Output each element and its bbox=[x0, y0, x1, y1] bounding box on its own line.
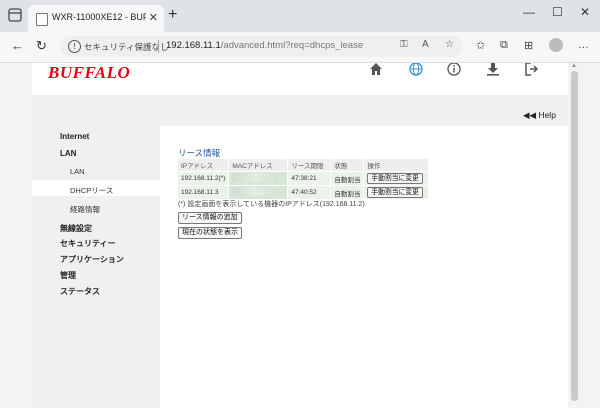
sidebar-item-internet[interactable]: Internet bbox=[60, 132, 89, 141]
sidebar-subitem-lan[interactable]: LAN bbox=[70, 167, 85, 176]
tab-active[interactable]: WXR-11000XE12 - BUFFALO AirS ✕ bbox=[28, 5, 164, 32]
mac-cell bbox=[228, 185, 289, 199]
add-lease-button[interactable]: リース情報の追加 bbox=[178, 212, 242, 224]
mac-cell bbox=[228, 171, 289, 186]
maximize-button[interactable]: ☐ bbox=[552, 5, 563, 19]
sidebar-item-lan[interactable]: LAN bbox=[60, 149, 76, 158]
url-text[interactable]: 192.168.11.1/advanced.html?req=dhcps_lea… bbox=[166, 40, 363, 51]
change-to-manual-button[interactable]: 手動割当に変更 bbox=[367, 173, 423, 184]
sidebar-subitem-routing[interactable]: 経路情報 bbox=[70, 204, 100, 215]
table-row: 192.168.11.3 47:40:52 自動割当 手動割当に変更 bbox=[178, 185, 430, 199]
home-icon[interactable] bbox=[369, 63, 383, 76]
collections-icon[interactable]: ⊞ bbox=[524, 39, 533, 52]
close-window-button[interactable]: ✕ bbox=[580, 5, 590, 19]
buffalo-logo: BUFFALO bbox=[48, 63, 131, 82]
sidebar-subitem-dhcp-lease[interactable]: DHCPリース bbox=[70, 185, 113, 196]
scroll-thumb[interactable] bbox=[571, 71, 578, 401]
tab-actions-icon[interactable] bbox=[8, 8, 22, 22]
status-cell: 自動割当 bbox=[330, 185, 365, 199]
column-header: IPアドレス bbox=[178, 159, 230, 172]
favorite-star-icon[interactable]: ☆ bbox=[445, 39, 454, 50]
tab-bar: WXR-11000XE12 - BUFFALO AirS ✕ + — ☐ ✕ bbox=[0, 0, 600, 32]
more-menu-icon[interactable]: … bbox=[578, 39, 589, 51]
new-tab-button[interactable]: + bbox=[168, 6, 177, 24]
globe-icon[interactable] bbox=[409, 63, 423, 76]
action-cell: 手動割当に変更 bbox=[363, 185, 430, 199]
warning-icon[interactable]: ! bbox=[68, 40, 81, 53]
logout-icon[interactable] bbox=[525, 63, 539, 76]
sidebar-item-wireless[interactable]: 無線設定 bbox=[60, 223, 92, 234]
lease-cell: 47:38:21 bbox=[287, 171, 332, 186]
back-icon[interactable]: ← bbox=[11, 38, 24, 53]
column-header: 操作 bbox=[363, 159, 430, 172]
sidebar-item-status[interactable]: ステータス bbox=[60, 286, 100, 297]
refresh-icon[interactable]: ↻ bbox=[36, 38, 47, 54]
lease-table: IPアドレス MACアドレス リース期限 状態 操作 192.168.11.2(… bbox=[178, 159, 430, 199]
ip-cell: 192.168.11.3 bbox=[178, 185, 230, 199]
extensions-icon[interactable]: ⧉ bbox=[500, 39, 508, 52]
url-path: /advanced.html?req=dhcps_lease bbox=[220, 40, 364, 51]
address-bar: ← ↻ ! セキュリティ保護なし 192.168.11.1/advanced.h… bbox=[0, 32, 600, 63]
divider bbox=[158, 40, 159, 53]
read-aloud-icon[interactable]: A bbox=[422, 39, 429, 50]
browser-window: WXR-11000XE12 - BUFFALO AirS ✕ + — ☐ ✕ ←… bbox=[0, 0, 600, 408]
show-status-button[interactable]: 現在の状態を表示 bbox=[178, 227, 242, 239]
section-title: リース情報 bbox=[178, 148, 221, 158]
column-header: リース期限 bbox=[287, 159, 332, 172]
lease-cell: 47:40:52 bbox=[287, 185, 332, 199]
ip-cell: 192.168.11.2(*) bbox=[178, 171, 230, 186]
change-to-manual-button[interactable]: 手動割当に変更 bbox=[367, 187, 423, 198]
sidebar-item-applications[interactable]: アプリケーション bbox=[60, 254, 124, 265]
status-cell: 自動割当 bbox=[330, 171, 365, 186]
table-header-row: IPアドレス MACアドレス リース期限 状態 操作 bbox=[178, 159, 430, 172]
column-header: MACアドレス bbox=[228, 159, 289, 172]
router-page: BUFFALO ◀◀ Help Internet LAN LAN DHCPリース… bbox=[32, 63, 568, 408]
page-header: BUFFALO bbox=[32, 63, 568, 97]
security-label[interactable]: セキュリティ保護なし bbox=[84, 41, 169, 53]
column-header: 状態 bbox=[330, 159, 365, 172]
window-edge bbox=[581, 63, 600, 408]
info-icon[interactable] bbox=[447, 63, 461, 76]
page-icon bbox=[36, 13, 48, 26]
profile-avatar[interactable] bbox=[549, 38, 563, 52]
tab-title: WXR-11000XE12 - BUFFALO AirS bbox=[52, 12, 146, 22]
url-field[interactable]: ! セキュリティ保護なし 192.168.11.1/advanced.html?… bbox=[60, 36, 463, 57]
scrollbar[interactable]: ▲ bbox=[568, 63, 581, 408]
key-icon[interactable]: ⚿ bbox=[400, 39, 408, 50]
url-host: 192.168.11.1 bbox=[166, 40, 221, 51]
mac-redacted bbox=[232, 173, 279, 182]
close-tab-icon[interactable]: ✕ bbox=[149, 11, 158, 24]
sidebar-item-admin[interactable]: 管理 bbox=[60, 270, 76, 281]
download-icon[interactable] bbox=[486, 63, 500, 76]
action-cell: 手動割当に変更 bbox=[363, 171, 430, 186]
table-row: 192.168.11.2(*) 47:38:21 自動割当 手動割当に変更 bbox=[178, 171, 430, 186]
scroll-up-icon[interactable]: ▲ bbox=[571, 63, 577, 69]
favorites-icon[interactable]: ✩ bbox=[476, 39, 485, 52]
sidebar-item-security[interactable]: セキュリティー bbox=[60, 238, 116, 249]
mac-redacted bbox=[232, 187, 279, 196]
footnote: (*) 設定画面を表示している機器のIPアドレス(192.168.11.2) bbox=[178, 201, 365, 208]
help-link[interactable]: ◀◀ Help bbox=[523, 110, 556, 121]
minimize-button[interactable]: — bbox=[523, 5, 535, 19]
